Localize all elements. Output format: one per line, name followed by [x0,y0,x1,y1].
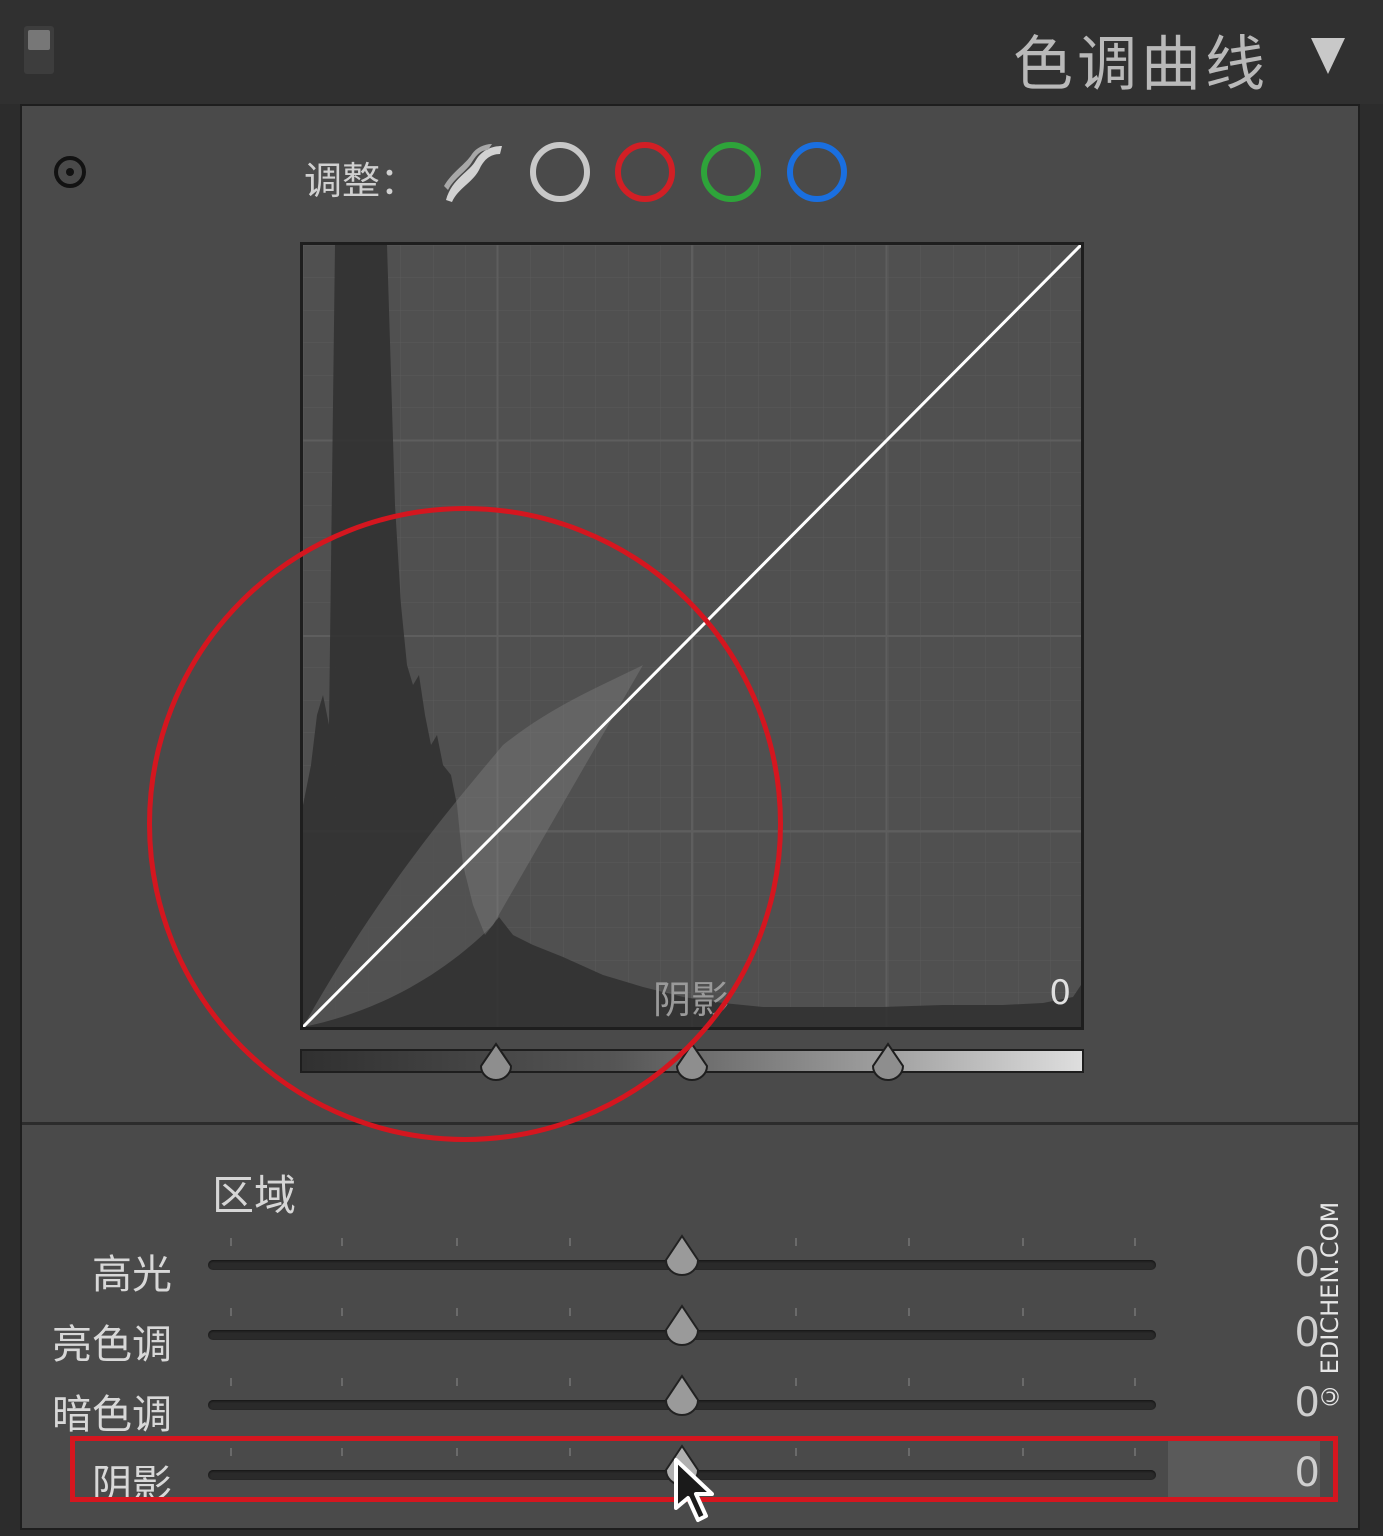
slider-row-darks: 暗色调 0 [22,1374,1358,1438]
slider-tick [456,1378,458,1386]
slider-row-lights: 亮色调 0 [22,1304,1358,1368]
slider-tick [908,1308,910,1316]
slider-tick [1022,1378,1024,1386]
slider-label: 阴影 [92,1462,172,1508]
split-handle-shadows[interactable] [477,1042,515,1082]
slider-tick [569,1448,571,1456]
slider-tick [341,1448,343,1456]
slider-tick [341,1238,343,1246]
slider-thumb[interactable] [662,1374,702,1418]
slider-tick [456,1308,458,1316]
slider-tick [1134,1308,1136,1316]
tone-curve-panel: 调整： 阴影 0 区域 高光 0 亮色调 0 暗色调 0 阴影 0 [20,104,1360,1530]
slider-tick [230,1448,232,1456]
slider-track[interactable] [208,1374,1156,1416]
channel-rgb-button[interactable] [530,142,590,202]
slider-tick [569,1238,571,1246]
slider-tick [456,1448,458,1456]
region-section-label: 区域 [212,1171,297,1220]
slider-tick [569,1308,571,1316]
slider-tick [230,1378,232,1386]
target-adjust-icon[interactable] [54,156,86,188]
slider-tick [1134,1238,1136,1246]
panel-header[interactable]: 色调曲线 [0,0,1383,104]
slider-tick [1134,1448,1136,1456]
slider-label: 高光 [92,1252,172,1298]
curve-region-value: 0 [1049,973,1071,1013]
adjust-label: 调整： [304,159,419,203]
slider-tick [341,1378,343,1386]
slider-track[interactable] [208,1234,1156,1276]
panel-toggle-switch [28,30,50,50]
channel-green-button[interactable] [701,142,761,202]
panel-toggle-icon[interactable] [24,26,54,74]
slider-tick [795,1448,797,1456]
split-handle-highlights[interactable] [869,1042,907,1082]
slider-tick [1022,1448,1024,1456]
slider-tick [795,1378,797,1386]
split-handle-midtones[interactable] [673,1042,711,1082]
mouse-pointer-icon [674,1458,714,1522]
tone-curve-graph[interactable]: 阴影 0 [300,242,1084,1030]
panel-title: 色调曲线 [1013,30,1269,100]
slider-tick [230,1238,232,1246]
slider-tick [1022,1238,1024,1246]
slider-tick [908,1378,910,1386]
slider-tick [908,1448,910,1456]
slider-thumb[interactable] [662,1304,702,1348]
slider-tick [341,1308,343,1316]
slider-tick [456,1238,458,1246]
slider-row-highlights: 高光 0 [22,1234,1358,1298]
slider-tick [1134,1378,1136,1386]
point-curve-icon[interactable] [440,142,506,206]
curve-region-name: 阴影 [653,978,730,1022]
slider-label: 暗色调 [52,1392,172,1438]
section-divider [22,1122,1358,1125]
channel-red-button[interactable] [615,142,675,202]
channel-blue-button[interactable] [787,142,847,202]
slider-tick [1022,1308,1024,1316]
slider-tick [795,1238,797,1246]
triangle-down-icon[interactable] [1311,38,1345,74]
slider-thumb[interactable] [662,1234,702,1278]
tone-curve-svg [303,245,1081,1027]
watermark: © EDICHEN.COM [1316,1201,1344,1410]
slider-tick [569,1378,571,1386]
slider-tick [908,1238,910,1246]
slider-value[interactable]: 0 [1295,1450,1320,1496]
slider-tick [795,1308,797,1316]
slider-label: 亮色调 [52,1322,172,1368]
slider-track[interactable] [208,1304,1156,1346]
slider-tick [230,1308,232,1316]
